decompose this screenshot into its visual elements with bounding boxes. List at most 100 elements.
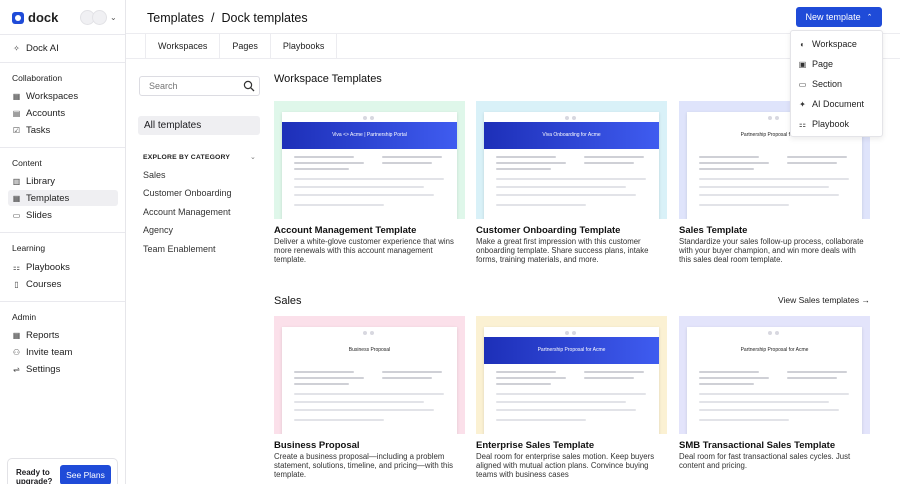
menu-item-label: Workspace <box>812 39 857 49</box>
sidebar-item-settings[interactable]: ⇌ Settings <box>8 361 118 377</box>
template-thumbnail[interactable]: Viva <> Acme | Partnership Portal <box>274 101 465 219</box>
search-input[interactable] <box>139 76 260 96</box>
preview-text-line <box>787 371 847 373</box>
tab-workspaces[interactable]: Workspaces <box>145 34 221 58</box>
template-card-title-enterprise-sales-template[interactable]: Enterprise Sales Template <box>476 440 594 451</box>
playbook-icon: ⚏ <box>12 262 21 272</box>
preview-text-line <box>496 156 556 158</box>
sidebar-item-invite-team[interactable]: ⚇ Invite team <box>8 344 118 360</box>
sidebar-divider <box>0 34 125 35</box>
preview-text-line <box>699 186 829 188</box>
preview-text-line <box>699 409 839 411</box>
topbar: Templates / Dock templates New template … <box>126 0 900 34</box>
logo-pair-icon <box>362 115 375 121</box>
preview-text-line <box>382 162 432 164</box>
sidebar-section-learning: Learning <box>12 243 46 253</box>
sidebar-divider <box>0 301 125 302</box>
preview-text-line <box>294 377 364 379</box>
category-account-management[interactable]: Account Management <box>143 207 231 217</box>
menu-item-ai-document[interactable]: ✦ AI Document <box>798 97 864 111</box>
upgrade-text: Ready to upgrade? <box>16 468 53 484</box>
preview-text-line <box>699 371 759 373</box>
template-thumbnail[interactable]: Partnership Proposal for Acme <box>679 316 870 434</box>
menu-item-workspace[interactable]: ◐ Workspace <box>798 37 857 51</box>
category-sales[interactable]: Sales <box>143 170 166 180</box>
template-card-title-smb-transactional-sales-template[interactable]: SMB Transactional Sales Template <box>679 440 835 451</box>
sidebar-item-dock-ai[interactable]: ✧ Dock AI <box>8 40 118 56</box>
view-sales-templates-link[interactable]: View Sales templates → <box>778 295 870 305</box>
menu-item-section[interactable]: ▭ Section <box>798 77 842 91</box>
section-title-workspace-templates: Workspace Templates <box>274 73 382 85</box>
search-icon[interactable] <box>243 80 255 92</box>
sidebar-item-accounts[interactable]: ▤ Accounts <box>8 105 118 121</box>
document-preview: Business Proposal <box>282 327 457 434</box>
sidebar-item-tasks[interactable]: ☑ Tasks <box>8 122 118 138</box>
template-card-title-customer-onboarding-template[interactable]: Customer Onboarding Template <box>476 225 620 236</box>
template-tabs: Workspaces Pages Playbooks <box>145 34 338 58</box>
preview-text-line <box>496 401 626 403</box>
preview-text-line <box>496 419 586 421</box>
dock-logo[interactable]: dock <box>12 10 58 25</box>
new-template-button[interactable]: New template ⌃ <box>796 7 882 27</box>
org-switcher[interactable]: ⌄ <box>80 10 117 25</box>
sidebar-item-label: Playbooks <box>26 261 70 273</box>
sidebar-item-label: Slides <box>26 209 52 221</box>
template-card-title-account-management-template[interactable]: Account Management Template <box>274 225 416 236</box>
menu-item-label: AI Document <box>812 99 865 109</box>
menu-item-label: Section <box>812 79 843 89</box>
all-templates-filter[interactable]: All templates <box>138 116 260 135</box>
tab-pages[interactable]: Pages <box>220 34 271 58</box>
page-title: Dock templates <box>221 11 308 25</box>
chart-icon: ▦ <box>12 330 21 340</box>
preview-banner: Partnership Proposal for Acme <box>484 337 659 364</box>
template-card-title-business-proposal[interactable]: Business Proposal <box>274 440 360 451</box>
preview-text-line <box>496 383 551 385</box>
playbook-icon: ⚏ <box>798 119 807 129</box>
see-plans-button[interactable]: See Plans <box>60 465 111 484</box>
category-customer-onboarding[interactable]: Customer Onboarding <box>143 188 232 198</box>
document-preview: Partnership Proposal for Acme <box>687 327 862 434</box>
menu-item-playbook[interactable]: ⚏ Playbook <box>798 117 849 131</box>
sidebar-divider <box>0 232 125 233</box>
grid-icon: ▦ <box>12 91 21 101</box>
template-thumbnail[interactable]: Viva Onboarding for Acme <box>476 101 667 219</box>
sidebar-item-workspaces[interactable]: ▦ Workspaces <box>8 88 118 104</box>
sidebar-item-playbooks[interactable]: ⚏ Playbooks <box>8 259 118 275</box>
chevron-down-icon[interactable]: ⌄ <box>250 153 256 161</box>
template-thumbnail[interactable]: Partnership Proposal for Acme <box>476 316 667 434</box>
sidebar-item-label: Settings <box>26 363 61 375</box>
preview-text-line <box>294 204 384 206</box>
preview-text-line <box>294 371 354 373</box>
sidebar-item-templates[interactable]: ▦ Templates <box>8 190 118 206</box>
preview-text-line <box>294 409 434 411</box>
preview-text-line <box>787 162 837 164</box>
sliders-icon: ⇌ <box>13 364 20 374</box>
chevron-up-icon: ⌃ <box>866 14 873 21</box>
preview-text-line <box>496 393 646 395</box>
preview-text-line <box>294 156 354 158</box>
preview-text-line <box>699 156 759 158</box>
preview-banner: Viva <> Acme | Partnership Portal <box>282 122 457 149</box>
category-team-enablement[interactable]: Team Enablement <box>143 244 216 254</box>
menu-item-label: Playbook <box>812 119 850 129</box>
breadcrumb-separator: / <box>210 11 215 25</box>
sidebar-item-reports[interactable]: ▦ Reports <box>8 327 118 343</box>
preview-text-line <box>699 377 769 379</box>
sidebar-item-label: Invite team <box>26 346 73 358</box>
template-thumbnail[interactable]: Business Proposal <box>274 316 465 434</box>
menu-item-page[interactable]: ▣ Page <box>798 57 833 71</box>
new-template-label: New template <box>805 12 861 22</box>
category-agency[interactable]: Agency <box>143 225 173 235</box>
template-card-title-sales-template[interactable]: Sales Template <box>679 225 747 236</box>
sidebar-item-label: Accounts <box>26 107 66 119</box>
sidebar-divider <box>0 147 125 148</box>
sidebar-item-label: Courses <box>26 278 62 290</box>
sidebar-item-library[interactable]: ▥ Library <box>8 173 118 189</box>
section-title-sales: Sales <box>274 295 302 307</box>
preview-text-line <box>699 419 789 421</box>
tab-playbooks[interactable]: Playbooks <box>271 34 338 58</box>
sidebar-item-courses[interactable]: ▯ Courses <box>8 276 118 292</box>
sparkle-icon: ✧ <box>13 43 20 53</box>
sidebar-item-slides[interactable]: ▭ Slides <box>8 207 118 223</box>
breadcrumb-templates[interactable]: Templates <box>147 11 204 25</box>
